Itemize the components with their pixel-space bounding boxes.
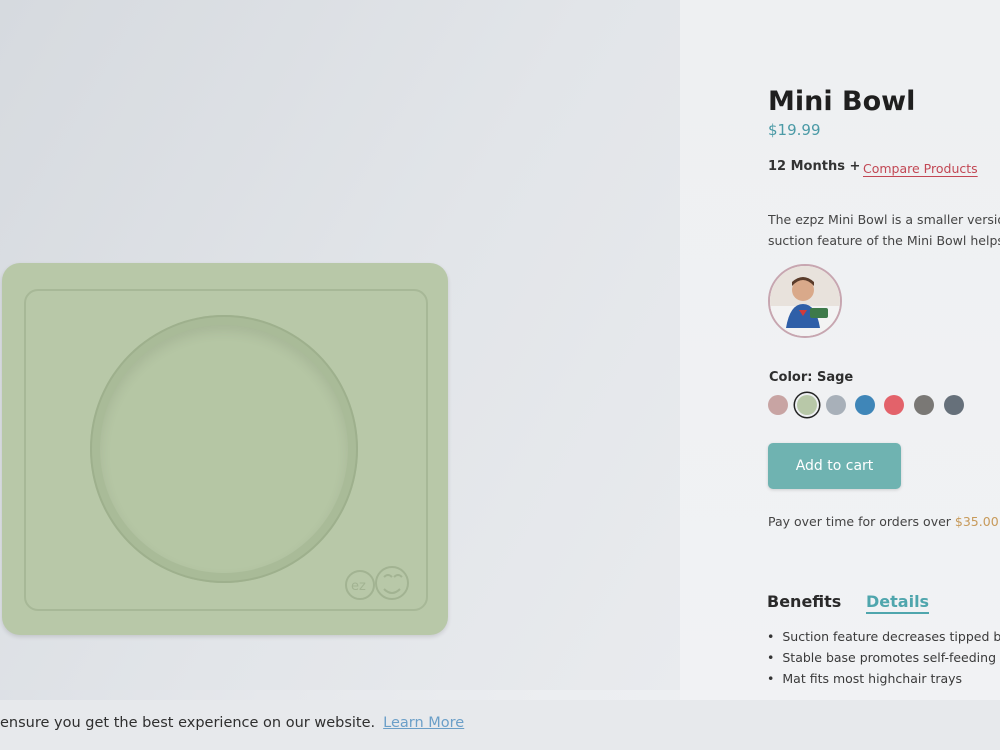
description-line: The ezpz Mini Bowl is a smaller version (768, 212, 1000, 227)
product-description: The ezpz Mini Bowl is a smaller version … (768, 209, 1000, 251)
cookie-message: ensure you get the best experience on ou… (0, 715, 464, 731)
list-item: Stable base promotes self-feeding (767, 647, 1000, 668)
swatch-sage[interactable] (797, 395, 817, 415)
swatch-blush[interactable] (768, 395, 788, 415)
tab-benefits[interactable]: Benefits (767, 592, 841, 611)
cookie-text: ensure you get the best experience on ou… (0, 715, 376, 731)
ezpz-logo-text: ez (351, 579, 366, 594)
product-image-area: ez (0, 0, 680, 690)
description-line: suction feature of the Mini Bowl helps (768, 233, 1000, 248)
swatch-gray[interactable] (826, 395, 846, 415)
ezpz-logo-icon: ez (345, 566, 409, 600)
product-price: $19.99 (768, 121, 821, 139)
color-label: Color: Sage (769, 370, 854, 385)
product-title: Mini Bowl (768, 86, 916, 117)
product-image-mini-bowl[interactable]: ez (2, 263, 448, 635)
swatch-blue[interactable] (855, 395, 875, 415)
swatch-coral[interactable] (884, 395, 904, 415)
compare-products-link[interactable]: Compare Products (863, 161, 978, 176)
pay-over-time-amount: $35.00 (954, 514, 999, 529)
tab-details[interactable]: Details (866, 592, 930, 614)
child-photo-icon (770, 266, 840, 336)
browser-viewport: ez Mini Bowl $19.99 12 Months + Compare … (0, 0, 1000, 750)
cookie-banner: ensure you get the best experience on ou… (0, 700, 1000, 750)
age-range: 12 Months + (768, 159, 861, 174)
list-item: Mat fits most highchair trays (767, 668, 1000, 686)
benefits-list: Suction feature decreases tipped bowls S… (767, 626, 1000, 686)
swatch-slate[interactable] (944, 395, 964, 415)
pay-over-time-note: Pay over time for orders over $35.00 (768, 514, 999, 529)
list-item: Suction feature decreases tipped bowls (767, 626, 1000, 647)
bowl-rim (90, 315, 358, 583)
bowl-well (100, 325, 348, 573)
learn-more-link[interactable]: Learn More (383, 715, 464, 731)
add-to-cart-button[interactable]: Add to cart (768, 443, 901, 489)
swatch-walnut[interactable] (914, 395, 934, 415)
pay-over-time-text: Pay over time for orders over (768, 514, 955, 529)
child-photo-thumbnail[interactable] (768, 264, 842, 338)
